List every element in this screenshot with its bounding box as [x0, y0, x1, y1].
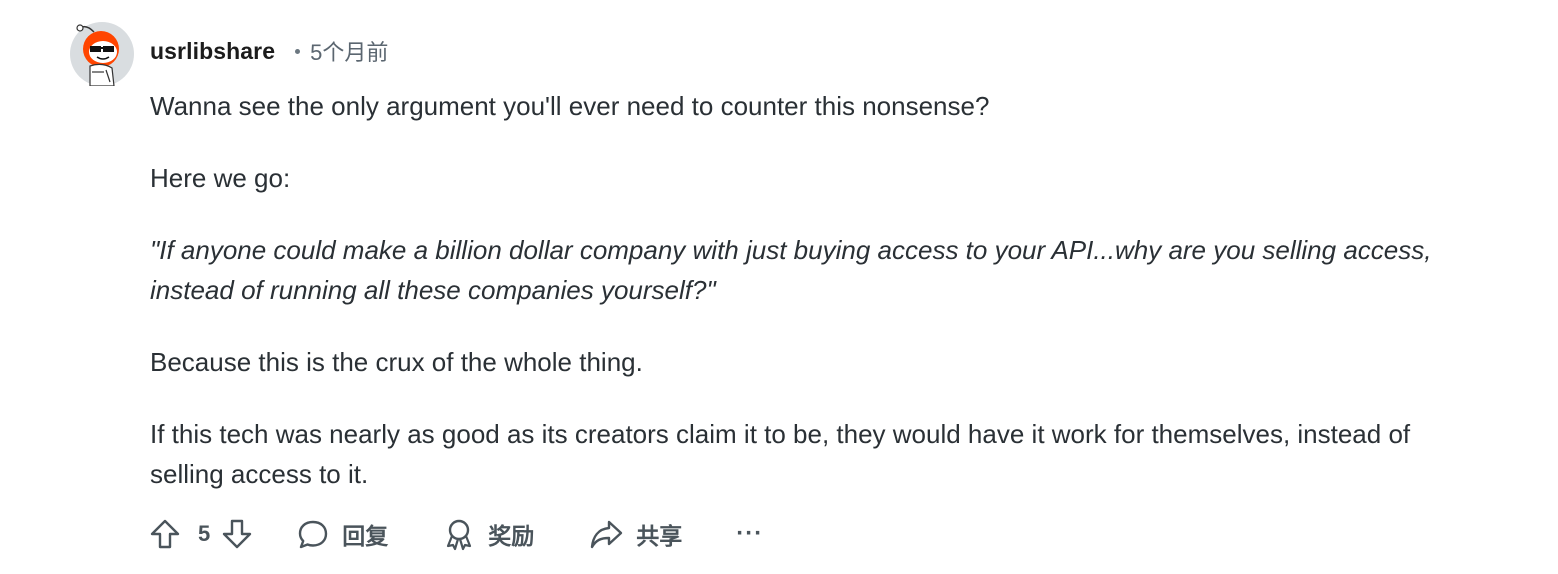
more-options-button[interactable]: ···	[736, 520, 763, 548]
username[interactable]: usrlibshare	[150, 38, 275, 65]
snoo-avatar-icon	[70, 22, 134, 87]
vote-count: 5	[198, 521, 211, 546]
comment-paragraph: If this tech was nearly as good as its c…	[150, 419, 1411, 489]
comment-quote: "If anyone could make a billion dollar c…	[150, 235, 1432, 305]
share-arrow-icon	[591, 520, 623, 549]
comment: usrlibshare 5个月前 Wanna see the only argu…	[0, 0, 1558, 574]
comment-actions: 5 回复 奖励 共享 ···	[148, 512, 763, 556]
award-ribbon-icon	[447, 519, 472, 551]
upvote-button[interactable]	[148, 517, 182, 551]
upvote-arrow-icon	[150, 519, 180, 549]
speech-bubble-icon	[299, 520, 328, 549]
avatar[interactable]	[70, 22, 134, 87]
share-button[interactable]: 共享	[588, 517, 682, 551]
comment-paragraph: Here we go:	[150, 163, 291, 193]
award-button[interactable]: 奖励	[442, 517, 534, 551]
downvote-arrow-icon	[223, 519, 252, 549]
share-label: 共享	[636, 523, 683, 549]
comment-paragraph: Wanna see the only argument you'll ever …	[150, 91, 990, 121]
downvote-button[interactable]	[220, 517, 254, 551]
separator-dot	[295, 48, 301, 54]
comment-header: usrlibshare 5个月前	[150, 34, 388, 68]
comment-paragraph: Because this is the crux of the whole th…	[150, 347, 643, 377]
award-label: 奖励	[488, 523, 535, 549]
reply-button[interactable]: 回复	[296, 517, 388, 551]
reply-label: 回复	[342, 523, 389, 549]
comment-body: Wanna see the only argument you'll ever …	[150, 86, 1490, 526]
timestamp[interactable]: 5个月前	[310, 35, 388, 67]
